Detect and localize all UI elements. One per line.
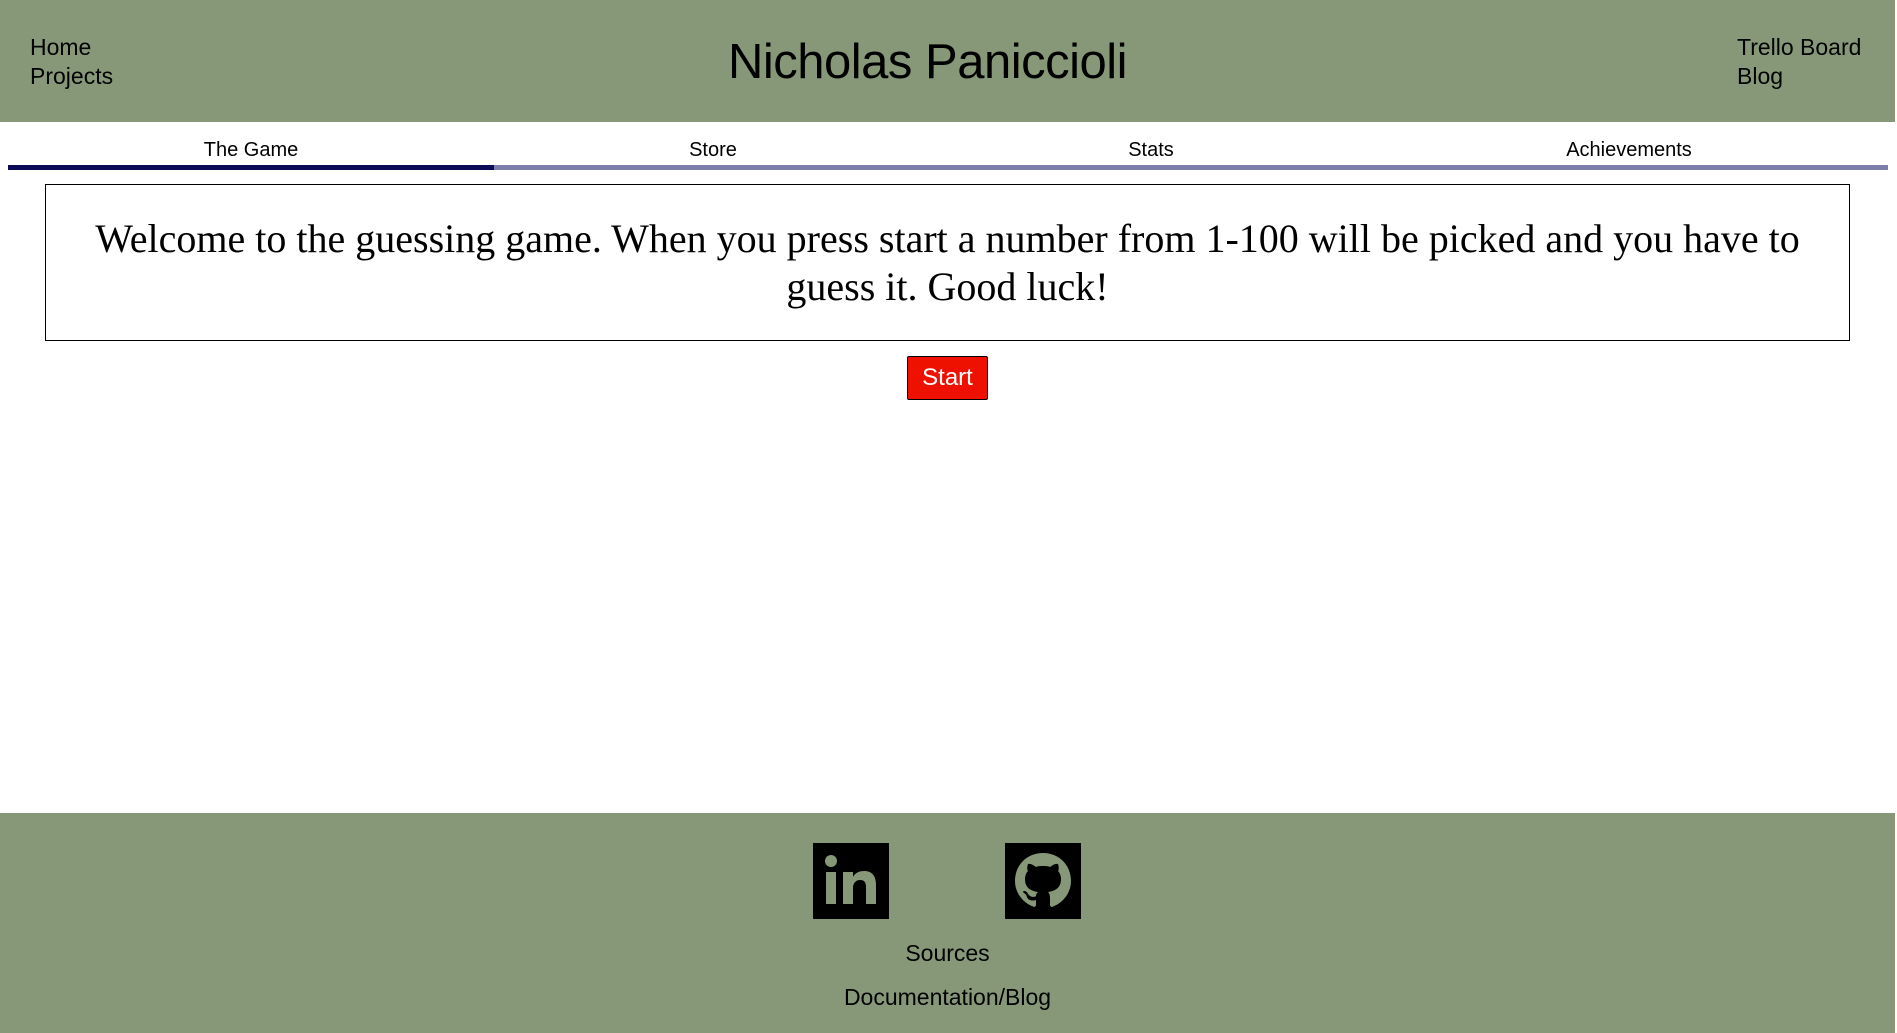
sources-link[interactable]: Sources <box>0 938 1895 968</box>
welcome-text: Welcome to the guessing game. When you p… <box>95 215 1800 309</box>
welcome-panel: Welcome to the guessing game. When you p… <box>45 184 1850 341</box>
nav-right: Trello Board Blog <box>1737 33 1861 91</box>
site-header: Home Projects Nicholas Paniccioli Trello… <box>0 0 1895 122</box>
tab-the-game[interactable]: The Game <box>8 136 494 170</box>
site-footer: Sources Documentation/Blog <box>0 813 1895 1033</box>
nav-trello-board-link[interactable]: Trello Board <box>1737 33 1861 62</box>
github-icon-graphic <box>1005 843 1081 919</box>
linkedin-icon[interactable] <box>813 843 889 919</box>
tab-store[interactable]: Store <box>494 136 932 170</box>
documentation-blog-link[interactable]: Documentation/Blog <box>0 982 1895 1012</box>
tab-achievements[interactable]: Achievements <box>1370 136 1888 170</box>
linkedin-icon-graphic <box>813 843 889 919</box>
site-title: Nicholas Paniccioli <box>727 35 1128 89</box>
tab-stats[interactable]: Stats <box>932 136 1370 170</box>
github-icon[interactable] <box>1005 843 1081 919</box>
game-tabs: The Game Store Stats Achievements <box>8 136 1888 170</box>
start-button[interactable]: Start <box>907 356 988 400</box>
nav-blog-link[interactable]: Blog <box>1737 62 1861 91</box>
